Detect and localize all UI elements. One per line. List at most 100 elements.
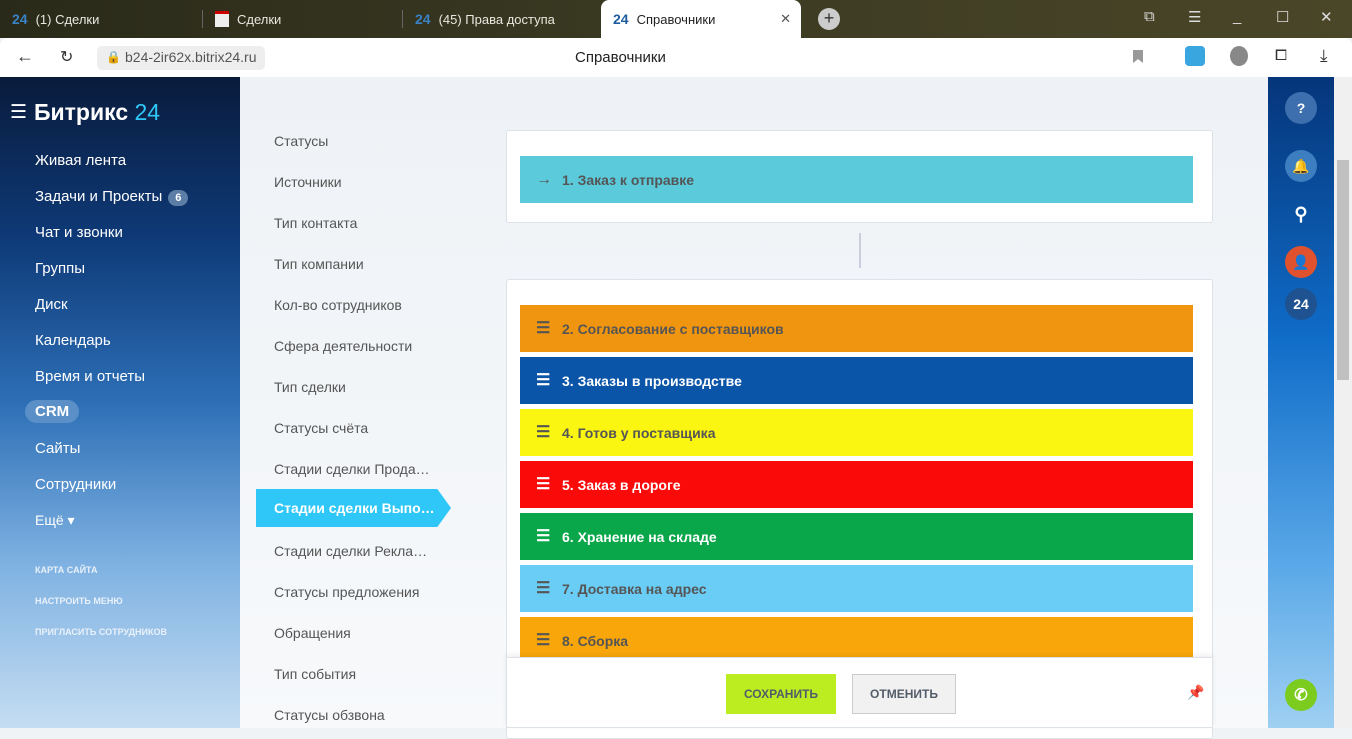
sidebar-item-time[interactable]: Время и отчеты: [35, 368, 145, 385]
extension-bird-icon[interactable]: [1185, 46, 1205, 66]
menu-item[interactable]: Обращения: [274, 625, 351, 641]
stage-row[interactable]: ☰ 7. Доставка на адрес: [520, 565, 1193, 612]
bookmark-icon[interactable]: [1133, 50, 1143, 63]
pin-icon[interactable]: 📌: [1187, 684, 1204, 701]
menu-item[interactable]: Статусы обзвона: [274, 707, 385, 723]
stage-row-first[interactable]: → 1. Заказ к отправке: [520, 156, 1193, 203]
minimize-icon[interactable]: _: [1233, 8, 1241, 25]
menu-item[interactable]: Стадии сделки Выпо…: [256, 489, 451, 527]
stage-row[interactable]: ☰ 4. Готов у поставщика: [520, 409, 1193, 456]
menu-item[interactable]: Источники: [274, 174, 342, 190]
sidebar-item-calendar[interactable]: Календарь: [35, 332, 111, 349]
drag-handle-icon[interactable]: ☰: [536, 528, 550, 545]
logo[interactable]: Битрикс 24: [34, 99, 160, 126]
url-text: b24-2ir62x.bitrix24.ru: [125, 49, 257, 65]
back-icon[interactable]: ←: [16, 46, 34, 67]
page-title: Справочники: [575, 49, 666, 66]
stage-label: 8. Сборка: [562, 632, 629, 649]
favicon-icon: [215, 11, 229, 27]
url-field[interactable]: 🔒 b24-2ir62x.bitrix24.ru: [97, 46, 265, 70]
close-window-icon[interactable]: ✕: [1320, 8, 1333, 26]
stage-row[interactable]: ☰ 3. Заказы в производстве: [520, 357, 1193, 404]
scrollbar-thumb[interactable]: [1337, 160, 1349, 380]
bell-icon[interactable]: 🔔: [1285, 150, 1317, 182]
sidebar-item-employees[interactable]: Сотрудники: [35, 476, 116, 493]
new-tab-button[interactable]: +: [818, 8, 840, 30]
drag-handle-icon[interactable]: ☰: [536, 580, 550, 597]
tab-deals-2[interactable]: Сделки: [203, 0, 403, 38]
extension-icon[interactable]: [1230, 46, 1248, 66]
tab-directories[interactable]: 24 Справочники ✕: [601, 0, 801, 38]
menu-item[interactable]: Тип сделки: [274, 379, 346, 395]
download-icon[interactable]: ⤓: [1320, 46, 1328, 66]
scrollbar[interactable]: [1334, 77, 1352, 728]
phone-icon[interactable]: ✆: [1285, 679, 1317, 711]
drag-handle-icon[interactable]: ☰: [536, 320, 550, 337]
stage-label: 6. Хранение на складе: [562, 528, 717, 545]
sidebar-item-tasks[interactable]: Задачи и Проекты 6: [35, 188, 189, 206]
sidebar-item-groups[interactable]: Группы: [35, 260, 85, 277]
menu-item[interactable]: Тип компании: [274, 256, 364, 272]
sidebar-item-chat[interactable]: Чат и звонки: [35, 224, 123, 241]
stage-row[interactable]: ☰ 2. Согласование с поставщиков: [520, 305, 1193, 352]
help-icon[interactable]: ?: [1285, 92, 1317, 124]
tab-access-rights[interactable]: 24 (45) Права доступа: [403, 0, 601, 38]
close-tab-icon[interactable]: ✕: [780, 11, 791, 27]
drag-handle-icon[interactable]: ☰: [536, 424, 550, 441]
tab-label: (45) Права доступа: [438, 11, 555, 27]
menu-item[interactable]: Статусы: [274, 133, 328, 149]
tab-label: Сделки: [237, 11, 282, 27]
save-button[interactable]: СОХРАНИТЬ: [726, 674, 836, 714]
stage-label: 2. Согласование с поставщиков: [562, 320, 784, 337]
footer-bar: СОХРАНИТЬ ОТМЕНИТЬ 📌: [506, 657, 1213, 728]
sidebar-item-disk[interactable]: Диск: [35, 296, 68, 313]
menu-item[interactable]: Стадии сделки Прода…: [274, 461, 430, 477]
drag-handle-icon[interactable]: ☰: [536, 372, 550, 389]
reload-icon[interactable]: ↻: [60, 47, 73, 67]
menu-item[interactable]: Сфера деятельности: [274, 338, 412, 354]
avatar[interactable]: 👤: [1285, 246, 1317, 278]
configure-menu-link[interactable]: НАСТРОИТЬ МЕНЮ: [35, 596, 123, 606]
menu-item[interactable]: Тип контакта: [274, 215, 357, 231]
drag-handle-icon[interactable]: ☰: [536, 632, 550, 649]
menu-item[interactable]: Кол-во сотрудников: [274, 297, 402, 313]
right-bar: ? 🔔 ⚲ 👤 24 ✆: [1268, 77, 1334, 728]
menu-item[interactable]: Статусы счёта: [274, 420, 368, 436]
search-icon[interactable]: ⚲: [1285, 198, 1317, 230]
menu-item[interactable]: Тип события: [274, 666, 356, 682]
stage-label: 5. Заказ в дороге: [562, 476, 681, 493]
tab-bar: 24 (1) Сделки Сделки 24 (45) Права доступа…: [0, 0, 1352, 38]
arrow-right-icon: →: [536, 170, 552, 188]
menu-icon[interactable]: ☰: [1188, 8, 1201, 26]
invite-employees-link[interactable]: ПРИГЛАСИТЬ СОТРУДНИКОВ: [35, 627, 167, 637]
bitrix-icon: 24: [12, 11, 28, 27]
tab-deals-1[interactable]: 24 (1) Сделки: [0, 0, 200, 38]
sidebar-item-crm[interactable]: CRM: [25, 400, 80, 423]
drag-handle-icon[interactable]: ☰: [536, 476, 550, 493]
menu-item[interactable]: Стадии сделки Рекла…: [274, 543, 427, 559]
stage-row[interactable]: ☰ 6. Хранение на складе: [520, 513, 1193, 560]
sidebar-item-more[interactable]: Ещё ▾: [35, 512, 75, 529]
address-bar: ← ↻ 🔒 b24-2ir62x.bitrix24.ru Справочники …: [0, 38, 1352, 77]
hamburger-icon[interactable]: ☰: [10, 101, 27, 124]
collections-icon[interactable]: ⧉: [1144, 8, 1155, 25]
maximize-icon[interactable]: ☐: [1276, 8, 1289, 26]
stage-label: 7. Доставка на адрес: [562, 580, 707, 597]
tab-label: Справочники: [636, 11, 716, 27]
logo-num: 24: [134, 99, 161, 125]
sidebar: ☰ Битрикс 24 Живая лента Задачи и Проект…: [0, 77, 240, 728]
cancel-button[interactable]: ОТМЕНИТЬ: [852, 674, 956, 714]
sidebar-item-label: Задачи и Проекты: [35, 188, 163, 205]
stage-label: 1. Заказ к отправке: [562, 171, 695, 188]
bitrix-counter[interactable]: 24: [1285, 288, 1317, 320]
sidebar-item-sites[interactable]: Сайты: [35, 440, 80, 457]
extensions-icon[interactable]: ⧠: [1275, 47, 1287, 64]
menu-item[interactable]: Статусы предложения: [274, 584, 419, 600]
sidebar-item-feed[interactable]: Живая лента: [35, 152, 126, 169]
stage-label: 3. Заказы в производстве: [562, 372, 742, 389]
site-map-link[interactable]: КАРТА САЙТА: [35, 565, 97, 575]
stage-row[interactable]: ☰ 5. Заказ в дороге: [520, 461, 1193, 508]
bitrix-icon: 24: [415, 11, 431, 27]
stage-label: 4. Готов у поставщика: [562, 424, 716, 441]
count-badge: 6: [168, 190, 189, 206]
